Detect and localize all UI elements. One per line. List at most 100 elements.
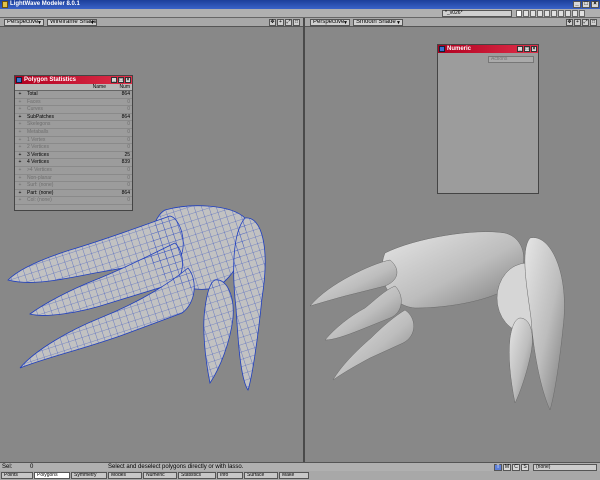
layer-toggle-1[interactable] [516, 10, 522, 17]
select-toggle-icon[interactable]: + [15, 144, 25, 151]
stats-row[interactable]: + Curves 0 [15, 106, 132, 114]
stats-row[interactable]: + >4 Vertices 0 [15, 167, 132, 175]
viewport-left[interactable]: Perspective▼ Wireframe Shade▼ ✥ + ⤢ □ [0, 18, 303, 462]
stats-row-label: >4 Vertices [27, 166, 52, 173]
maximize-button[interactable]: □ [118, 77, 124, 83]
stats-panel-titlebar[interactable]: Polygon Statistics _ □ × [15, 76, 132, 84]
numeric-panel-titlebar[interactable]: Numeric _ □ × [438, 45, 538, 53]
stats-row[interactable]: +3 Vertices 25 [15, 152, 132, 160]
maximize-button[interactable]: □ [524, 46, 530, 52]
stats-row[interactable]: + Skelegons 0 [15, 121, 132, 129]
mode-m-button[interactable]: M [503, 464, 511, 471]
select-toggle-icon[interactable]: + [15, 91, 25, 98]
stats-row[interactable]: + Col: (none) 0 [15, 197, 132, 205]
layer-toggle-10[interactable] [579, 10, 585, 17]
stats-row[interactable]: + SubPatches 864 [15, 114, 132, 122]
surface-dropdown-label: (none) [536, 464, 551, 470]
mode-s-button[interactable]: S [521, 464, 529, 471]
minimize-button[interactable]: _ [517, 46, 523, 52]
stats-row-value: 0 [127, 128, 130, 135]
status-hint: Select and deselect polygons directly or… [108, 464, 244, 470]
minimize-button[interactable]: _ [111, 77, 117, 83]
stats-row[interactable]: +4 Vertices 839 [15, 159, 132, 167]
stats-row[interactable]: + Metaballs 0 [15, 129, 132, 137]
layer-toggle-2[interactable] [523, 10, 529, 17]
select-toggle-icon[interactable]: + [15, 182, 25, 189]
stats-row-value: 0 [127, 121, 130, 128]
surface-dropdown[interactable]: (none) [533, 464, 597, 471]
numeric-actions-dropdown[interactable]: Actions [488, 56, 534, 63]
layer-toggle-5[interactable] [544, 10, 550, 17]
col-name-header: Name [92, 84, 106, 90]
stats-row[interactable]: + Part: (none) 864 [15, 190, 132, 198]
close-button[interactable]: × [125, 77, 131, 83]
bottom-button-symmetry[interactable]: Symmetry [71, 472, 107, 479]
bottom-button-statistics[interactable]: Statistics [178, 472, 216, 479]
panel-icon [16, 77, 22, 83]
stats-row-label: 4 Vertices [27, 159, 49, 166]
select-toggle-icon[interactable]: + [15, 190, 25, 197]
bottom-button-make[interactable]: Make [279, 472, 309, 479]
layer-toggle-6[interactable] [551, 10, 557, 17]
layer-toggle-3[interactable] [530, 10, 536, 17]
numeric-panel-title: Numeric [447, 46, 472, 52]
select-toggle-icon[interactable]: + [15, 99, 25, 106]
polygon-statistics-panel[interactable]: Polygon Statistics _ □ × Name Num + Total… [14, 75, 133, 211]
stats-row-label: Surf: (none) [27, 182, 54, 189]
stats-row-label: 3 Vertices [27, 151, 49, 158]
minimize-button[interactable]: _ [573, 1, 581, 8]
select-toggle-icon[interactable]: + [15, 137, 25, 144]
mode-t-button[interactable]: T [494, 464, 502, 471]
close-button[interactable]: × [531, 46, 537, 52]
bottom-button-modes[interactable]: Modes [108, 472, 142, 479]
stats-row-value: 0 [127, 182, 130, 189]
bottom-button-surface[interactable]: Surface [244, 472, 278, 479]
stats-row-value: 0 [127, 166, 130, 173]
mode-c-button[interactable]: C [512, 464, 520, 471]
layer-toggle-7[interactable] [558, 10, 564, 17]
stats-row-label: Faces [27, 98, 41, 105]
stats-row-label: Col: (none) [27, 197, 52, 204]
layer-toggle-8[interactable] [565, 10, 571, 17]
stats-row-label: Non-planar [27, 174, 52, 181]
mode-buttons: T M C S [494, 464, 529, 471]
select-toggle-icon[interactable]: + [15, 167, 25, 174]
stats-row-value: 864 [121, 189, 130, 196]
stats-row-value: 25 [124, 151, 130, 158]
stats-row-value: 0 [127, 197, 130, 204]
close-button[interactable]: × [591, 1, 599, 8]
stats-panel-title: Polygon Statistics [24, 77, 77, 83]
col-num-header: Num [119, 84, 130, 90]
stats-table-body: + Total 864 + Faces 0 + Curves 0 + SubPatches 864 + S… [15, 91, 132, 205]
top-toolbar: *_v026* [0, 9, 600, 18]
stats-row-label: 2 Vertices [27, 144, 49, 151]
select-toggle-icon[interactable]: + [15, 129, 25, 136]
select-toggle-icon[interactable]: + [15, 121, 25, 128]
stats-row[interactable]: + Total 864 [15, 91, 132, 99]
stats-row[interactable]: + Non-planar 0 [15, 175, 132, 183]
select-toggle-icon[interactable]: + [15, 106, 25, 113]
stats-row[interactable]: + Faces 0 [15, 99, 132, 107]
stats-row[interactable]: +2 Vertices 0 [15, 144, 132, 152]
layer-bank [516, 10, 585, 17]
bottom-button-points[interactable]: Points [1, 472, 33, 479]
select-toggle-icon[interactable]: + [15, 197, 25, 204]
bottom-button-info[interactable]: Info [217, 472, 243, 479]
numeric-panel[interactable]: Numeric _ □ × Actions [437, 44, 539, 194]
layer-dropdown[interactable]: *_v026* [442, 10, 512, 17]
bottom-button-numeric[interactable]: Numeric [143, 472, 177, 479]
layer-toggle-9[interactable] [572, 10, 578, 17]
select-toggle-icon[interactable]: + [15, 175, 25, 182]
select-toggle-icon[interactable]: + [15, 159, 25, 166]
bottom-button-polygons[interactable]: Polygons [34, 472, 70, 479]
stats-row[interactable]: +1 Vertex 0 [15, 137, 132, 145]
maximize-button[interactable]: □ [582, 1, 590, 8]
viewport-right[interactable]: Perspective ▼ Smooth Shade ▼ ✥ + ⤢ □ Num… [305, 18, 600, 462]
selection-count: 0 [30, 464, 34, 470]
select-toggle-icon[interactable]: + [15, 114, 25, 121]
stats-row-label: Metaballs [27, 128, 49, 135]
select-toggle-icon[interactable]: + [15, 152, 25, 159]
stats-row[interactable]: + Surf: (none) 0 [15, 182, 132, 190]
layer-toggle-4[interactable] [537, 10, 543, 17]
stats-row-value: 864 [121, 113, 130, 120]
